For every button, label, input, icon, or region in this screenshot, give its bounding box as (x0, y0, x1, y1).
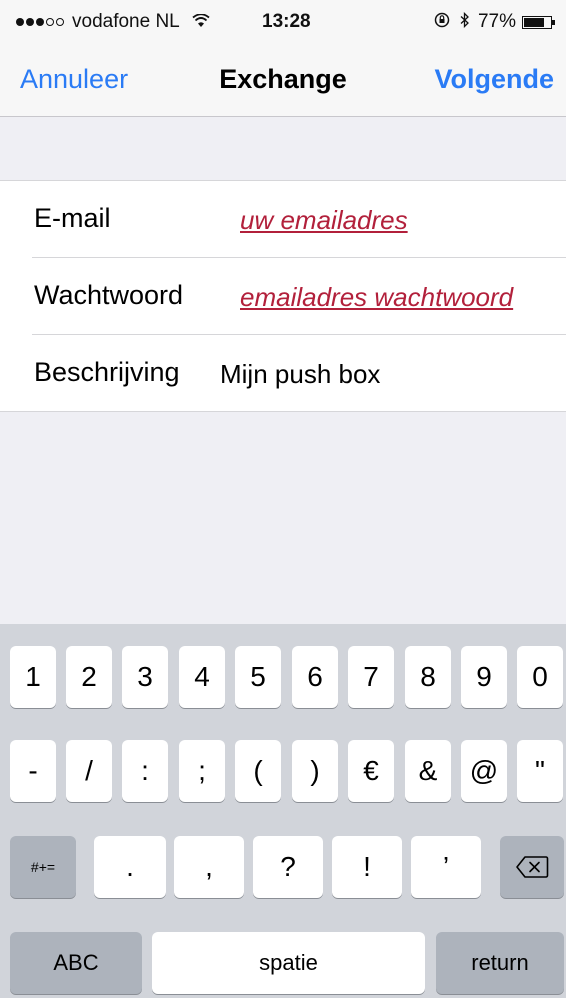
key-hyphen[interactable]: - (10, 740, 56, 802)
account-form: E-mail uw emailadres Wachtwoord emailadr… (0, 180, 566, 412)
key-1[interactable]: 1 (10, 646, 56, 708)
return-key[interactable]: return (436, 932, 564, 994)
password-label: Wachtwoord (34, 280, 184, 310)
key-0[interactable]: 0 (517, 646, 563, 708)
email-field[interactable]: uw emailadres (240, 205, 408, 236)
key-colon[interactable]: : (122, 740, 168, 802)
email-label: E-mail (34, 203, 111, 233)
key-semicolon[interactable]: ; (179, 740, 225, 802)
description-row[interactable]: Beschrijving Mijn push box (0, 335, 566, 412)
key-3[interactable]: 3 (122, 646, 168, 708)
key-quote[interactable]: " (517, 740, 563, 802)
status-right: 77% (434, 11, 555, 33)
password-field[interactable]: emailadres wachtwoord (240, 282, 513, 313)
orientation-lock-icon (434, 12, 450, 33)
battery-percent: 77% (477, 11, 516, 32)
next-button[interactable]: Volgende (434, 64, 554, 95)
key-2[interactable]: 2 (66, 646, 112, 708)
key-8[interactable]: 8 (405, 646, 451, 708)
key-period[interactable]: . (94, 836, 166, 898)
key-5[interactable]: 5 (235, 646, 281, 708)
backspace-icon (516, 856, 549, 878)
signal-strength-icon (16, 18, 66, 26)
abc-key[interactable]: ABC (10, 932, 142, 994)
key-open-paren[interactable]: ( (235, 740, 281, 802)
key-slash[interactable]: / (66, 740, 112, 802)
key-7[interactable]: 7 (348, 646, 394, 708)
password-row[interactable]: Wachtwoord emailadres wachtwoord (0, 258, 566, 335)
keyboard: 1 2 3 4 5 6 7 8 9 0 - / : ; ( ) € & @ " … (0, 624, 566, 998)
delete-key[interactable] (500, 836, 564, 898)
bluetooth-icon (460, 11, 470, 33)
carrier-name: vodafone NL (72, 11, 180, 32)
key-exclamation[interactable]: ! (332, 836, 402, 898)
key-9[interactable]: 9 (461, 646, 507, 708)
wifi-icon (192, 12, 210, 33)
status-bar: vodafone NL 13:28 77% (0, 0, 566, 46)
description-field[interactable]: Mijn push box (220, 359, 380, 390)
space-key[interactable]: spatie (152, 932, 425, 994)
key-apostrophe[interactable]: ’ (411, 836, 481, 898)
key-comma[interactable]: , (174, 836, 244, 898)
navigation-bar: Annuleer Exchange Volgende (0, 46, 566, 117)
key-6[interactable]: 6 (292, 646, 338, 708)
email-row[interactable]: E-mail uw emailadres (0, 181, 566, 258)
battery-icon (522, 15, 555, 29)
key-euro[interactable]: € (348, 740, 394, 802)
description-label: Beschrijving (34, 357, 180, 387)
key-question[interactable]: ? (253, 836, 323, 898)
key-close-paren[interactable]: ) (292, 740, 338, 802)
key-ampersand[interactable]: & (405, 740, 451, 802)
status-left: vodafone NL (16, 11, 210, 33)
key-at[interactable]: @ (461, 740, 507, 802)
key-4[interactable]: 4 (179, 646, 225, 708)
symbols-toggle-key[interactable]: #+= (10, 836, 76, 898)
status-time: 13:28 (262, 11, 311, 32)
